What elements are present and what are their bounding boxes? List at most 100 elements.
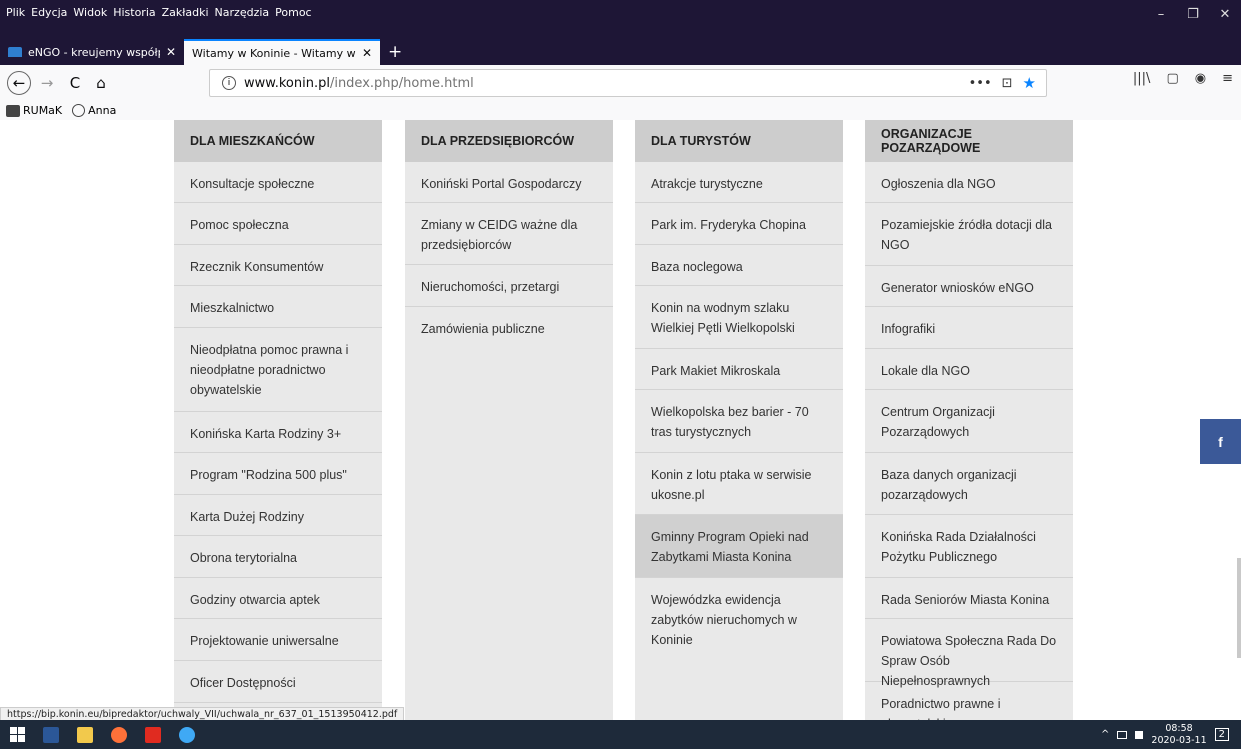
menu-link[interactable]: Zmiany w CEIDG ważne dla przedsiębiorców xyxy=(405,203,613,265)
menu-link[interactable]: Ogłoszenia dla NGO xyxy=(865,162,1073,203)
start-button[interactable] xyxy=(0,720,34,749)
menu-link[interactable]: Baza danych organizacji pozarządowych xyxy=(865,453,1073,515)
column-header[interactable]: ORGANIZACJE POZARZĄDOWE xyxy=(865,120,1073,162)
reload-button[interactable]: C xyxy=(63,71,87,95)
menu-link[interactable]: Projektowanie uniwersalne xyxy=(174,619,382,661)
pocket-icon[interactable]: ⊡ xyxy=(1002,76,1013,91)
column-header[interactable]: DLA TURYSTÓW xyxy=(635,120,843,162)
notifications-icon[interactable]: 2 xyxy=(1214,728,1229,741)
menu-link[interactable]: Karta Dużej Rodziny xyxy=(174,495,382,536)
menu-link[interactable]: Pomoc społeczna xyxy=(174,203,382,245)
tab-close-icon[interactable]: ✕ xyxy=(166,45,176,59)
menu-link[interactable]: Koniński Portal Gospodarczy xyxy=(405,162,613,203)
close-window-button[interactable]: ✕ xyxy=(1209,0,1241,28)
menu-link[interactable]: Zamówienia publiczne xyxy=(405,307,613,349)
bookmarks-bar: RUMaK Anna xyxy=(0,101,1241,120)
menu-historia[interactable]: Historia xyxy=(113,6,155,19)
column-header[interactable]: DLA PRZEDSIĘBIORCÓW xyxy=(405,120,613,162)
menu-link[interactable]: Konin na wodnym szlaku Wielkiej Pętli Wi… xyxy=(635,286,843,349)
column-organizacje: ORGANIZACJE POZARZĄDOWE Ogłoszenia dla N… xyxy=(865,120,1073,720)
word-app[interactable] xyxy=(34,720,68,749)
menu-link[interactable]: Godziny otwarcia aptek xyxy=(174,578,382,619)
tab-close-icon[interactable]: ✕ xyxy=(362,46,372,60)
tab-title: eNGO - kreujemy współpracę xyxy=(28,45,160,59)
menu-link[interactable]: Powiatowa Społeczna Rada Do Spraw Osób N… xyxy=(865,619,1073,688)
menu-link[interactable]: Program "Rodzina 500 plus" xyxy=(174,453,382,495)
page-actions-icon[interactable]: ••• xyxy=(969,76,992,91)
menu-items: Plik Edycja Widok Historia Zakładki Narz… xyxy=(6,6,312,19)
menu-plik[interactable]: Plik xyxy=(6,6,25,19)
menu-link[interactable]: Rzecznik Konsumentów xyxy=(174,245,382,286)
toolbar-right: |||\ ▢ ◉ ≡ xyxy=(1133,71,1241,86)
menu-link[interactable]: Centrum Organizacji Pozarządowych xyxy=(865,390,1073,453)
network-icon[interactable] xyxy=(1117,730,1128,739)
column-mieszkancow: DLA MIESZKAŃCÓW Konsultacje społeczne Po… xyxy=(174,120,382,720)
menu-link[interactable]: Generator wniosków eNGO xyxy=(865,266,1073,307)
menu-link[interactable]: Obrona terytorialna xyxy=(174,536,382,578)
menu-link[interactable]: Mieszkalnictwo xyxy=(174,286,382,328)
account-icon[interactable]: ◉ xyxy=(1195,71,1206,86)
bookmark-anna[interactable]: Anna xyxy=(72,104,116,117)
folder-icon xyxy=(77,726,93,743)
menu-zakladki[interactable]: Zakładki xyxy=(162,6,209,19)
globe-icon xyxy=(72,104,86,117)
minimize-button[interactable]: – xyxy=(1145,0,1177,28)
site-info-icon[interactable]: i xyxy=(222,76,236,90)
clock-date: 2020-03-11 xyxy=(1151,734,1207,746)
menu-link[interactable]: Nieodpłatna pomoc prawna i nieodpłatne p… xyxy=(174,328,382,412)
bookmark-rumak[interactable]: RUMaK xyxy=(6,104,62,117)
facebook-icon[interactable]: f xyxy=(1200,419,1241,464)
menu-link[interactable]: Baza noclegowa xyxy=(635,245,843,286)
taskbar: ^ 08:58 2020-03-11 2 xyxy=(0,720,1241,749)
menu-link[interactable]: Oficer Dostępności xyxy=(174,661,382,703)
tab-title: Witamy w Koninie - Witamy w Koni xyxy=(192,46,356,60)
scrollbar-thumb[interactable] xyxy=(1237,558,1241,658)
menu-link[interactable]: Atrakcje turystyczne xyxy=(635,162,843,203)
menu-link[interactable]: Lokale dla NGO xyxy=(865,349,1073,390)
menu-pomoc[interactable]: Pomoc xyxy=(275,6,311,19)
menu-link[interactable]: Konin z lotu ptaka w serwisie ukosne.pl xyxy=(635,453,843,515)
word-icon xyxy=(43,726,59,743)
menu-widok[interactable]: Widok xyxy=(73,6,107,19)
url-bar[interactable]: i www.konin.pl /index.php/home.html ••• … xyxy=(209,69,1047,97)
restore-button[interactable]: ❐ xyxy=(1177,0,1209,28)
menu-icon[interactable]: ≡ xyxy=(1222,71,1233,86)
menu-link[interactable]: Park im. Fryderyka Chopina xyxy=(635,203,843,245)
home-button[interactable]: ⌂ xyxy=(89,71,113,95)
tab-engo[interactable]: eNGO - kreujemy współpracę ✕ xyxy=(0,39,184,65)
menu-link[interactable]: Rada Seniorów Miasta Konina xyxy=(865,578,1073,619)
bookmark-star-icon[interactable]: ★ xyxy=(1023,74,1036,92)
network-app[interactable] xyxy=(170,720,204,749)
menu-link[interactable]: Konińska Karta Rodziny 3+ xyxy=(174,412,382,453)
volume-icon[interactable] xyxy=(1135,730,1144,739)
menu-link[interactable]: Konsultacje społeczne xyxy=(174,162,382,203)
column-przedsiebiorcow: DLA PRZEDSIĘBIORCÓW Koniński Portal Gosp… xyxy=(405,120,613,720)
acrobat-app[interactable] xyxy=(136,720,170,749)
explorer-app[interactable] xyxy=(68,720,102,749)
tray-arrow-icon[interactable]: ^ xyxy=(1101,729,1109,740)
column-header[interactable]: DLA MIESZKAŃCÓW xyxy=(174,120,382,162)
tab-konin[interactable]: Witamy w Koninie - Witamy w Koni ✕ xyxy=(184,39,380,65)
menu-edycja[interactable]: Edycja xyxy=(31,6,67,19)
firefox-app[interactable] xyxy=(102,720,136,749)
clock[interactable]: 08:58 2020-03-11 xyxy=(1151,723,1206,747)
windows-icon xyxy=(9,727,25,742)
menu-link[interactable]: Gminny Program Opieki nad Zabytkami Mias… xyxy=(635,515,843,578)
menu-link[interactable]: Park Makiet Mikroskala xyxy=(635,349,843,390)
page-content: DLA MIESZKAŃCÓW Konsultacje społeczne Po… xyxy=(0,120,1241,720)
sidebar-icon[interactable]: ▢ xyxy=(1166,71,1178,86)
back-button[interactable]: ← xyxy=(7,71,31,95)
menu-bar: Plik Edycja Widok Historia Zakładki Narz… xyxy=(0,0,1241,37)
library-icon[interactable]: |||\ xyxy=(1133,71,1151,86)
menu-link[interactable]: Pozamiejskie źródła dotacji dla NGO xyxy=(865,203,1073,266)
acrobat-icon xyxy=(145,726,161,743)
new-tab-button[interactable]: + xyxy=(380,39,410,65)
menu-narzedzia[interactable]: Narzędzia xyxy=(215,6,270,19)
bookmark-label: RUMaK xyxy=(23,104,63,117)
menu-link[interactable]: Wojewódzka ewidencja zabytków nieruchomy… xyxy=(635,578,843,647)
menu-link[interactable]: Wielkopolska bez barier - 70 tras turyst… xyxy=(635,390,843,453)
forward-button[interactable]: → xyxy=(35,71,59,95)
menu-link[interactable]: Nieruchomości, przetargi xyxy=(405,265,613,307)
menu-link[interactable]: Infografiki xyxy=(865,307,1073,349)
menu-link[interactable]: Konińska Rada Działalności Pożytku Publi… xyxy=(865,515,1073,578)
